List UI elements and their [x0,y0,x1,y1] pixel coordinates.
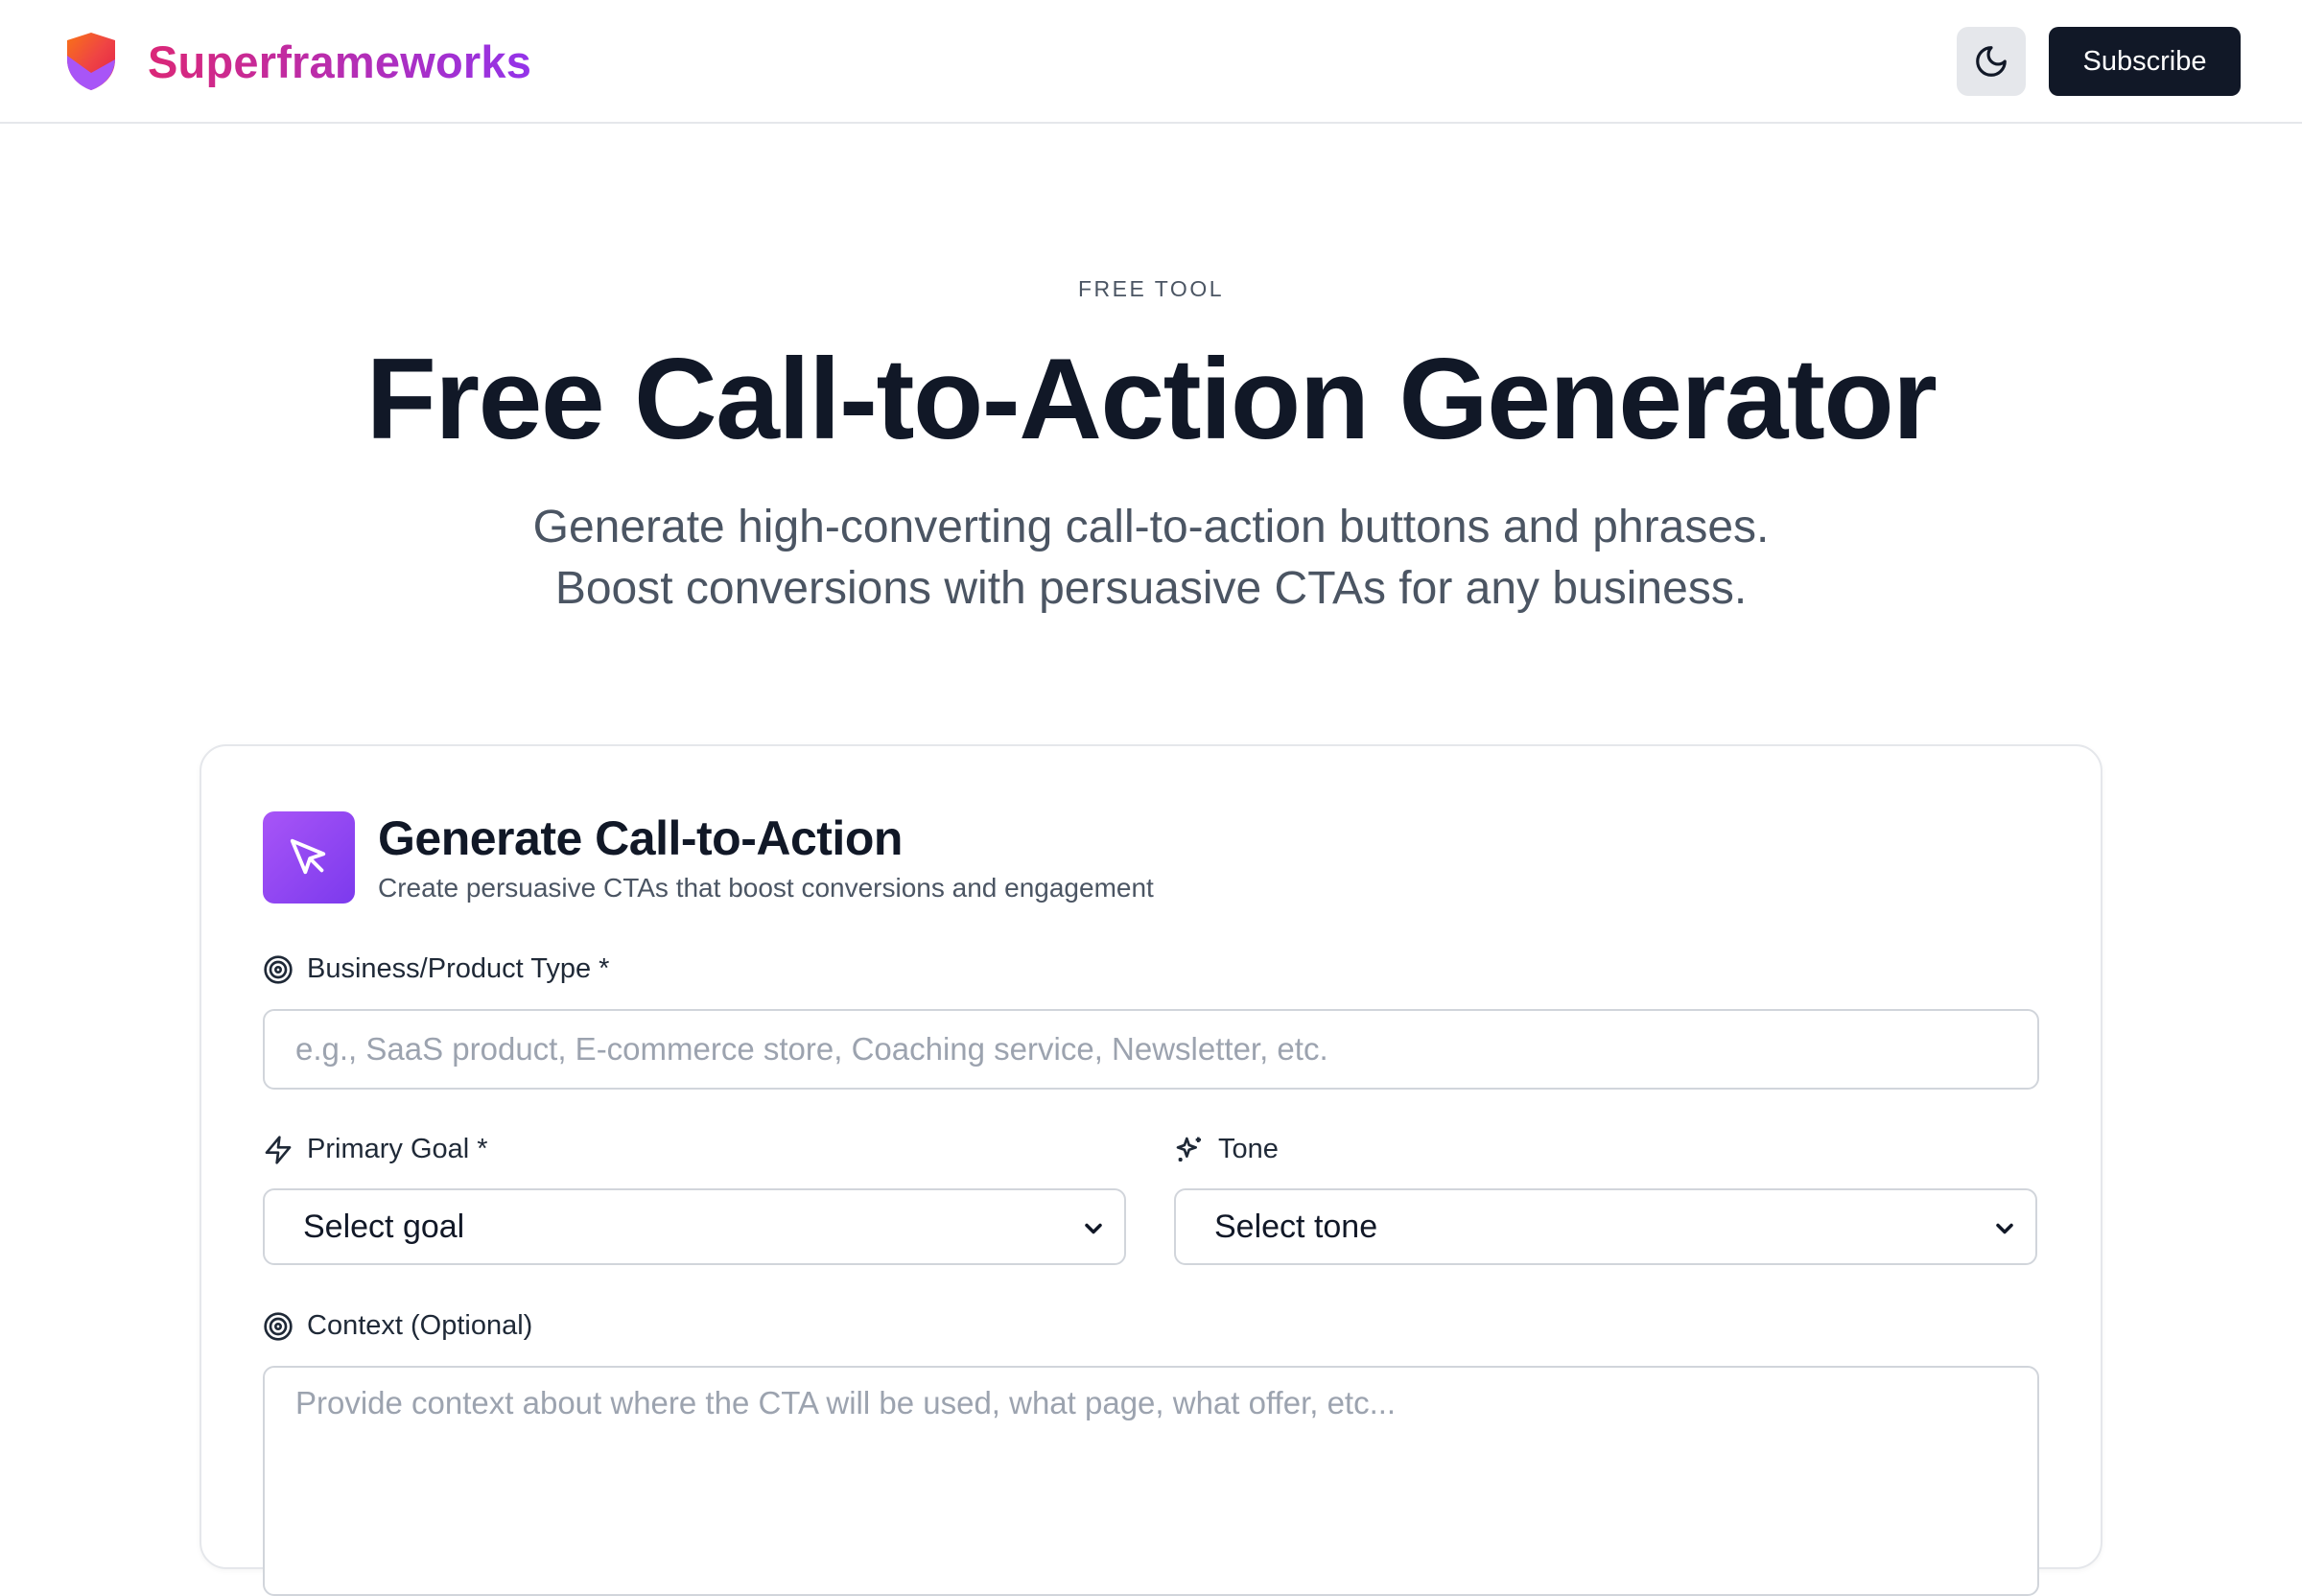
hero-subtitle-line-1: Generate high-converting call-to-action … [532,502,1770,552]
card-description: Create persuasive CTAs that boost conver… [378,873,1154,903]
cta-generator-card: Generate Call-to-Action Create persuasiv… [200,744,2102,1596]
target-icon [264,1311,293,1341]
primary-goal-label: Primary Goal * [263,1134,488,1165]
primary-goal-label-text: Primary Goal * [307,1134,488,1164]
cursor-pointer-icon [290,838,326,875]
hero-eyebrow: FREE TOOL [1077,276,1225,301]
lightning-icon [265,1135,292,1164]
tone-selected-value: Select tone [1214,1208,1378,1245]
primary-goal-selected-value: Select goal [303,1208,465,1245]
context-label-text: Context (Optional) [307,1310,533,1341]
top-navigation-bar: Superframeworks Subscribe [0,0,2302,124]
card-title: Generate Call-to-Action [378,811,903,865]
brand-name: Superframeworks [148,35,532,87]
brand-link[interactable]: Superframeworks [63,31,531,92]
card-icon-badge [263,811,355,904]
context-textarea[interactable] [263,1366,2039,1596]
context-label: Context (Optional) [263,1310,532,1342]
business-type-label-text: Business/Product Type * [307,953,610,984]
primary-goal-select[interactable]: Select goal [263,1188,1126,1265]
tone-label: Tone [1174,1134,1279,1165]
shield-logo-icon [67,33,115,90]
business-type-label: Business/Product Type * [263,953,609,985]
business-type-input[interactable] [263,1009,2039,1090]
chevron-down-icon [1996,1223,2013,1234]
tone-label-text: Tone [1218,1134,1279,1164]
target-icon [264,954,293,984]
theme-toggle-button[interactable] [1957,27,2026,96]
hero-subtitle: Generate high-converting call-to-action … [0,497,2302,620]
subscribe-button[interactable]: Subscribe [2049,27,2241,96]
hero-subtitle-line-2: Boost conversions with persuasive CTAs f… [554,563,1748,614]
tone-select[interactable]: Select tone [1174,1188,2037,1265]
moon-icon [1976,46,2007,77]
sparkles-icon [1176,1137,1201,1162]
page-title: Free Call-to-Action Generator [365,335,1938,463]
chevron-down-icon [1085,1223,1102,1234]
